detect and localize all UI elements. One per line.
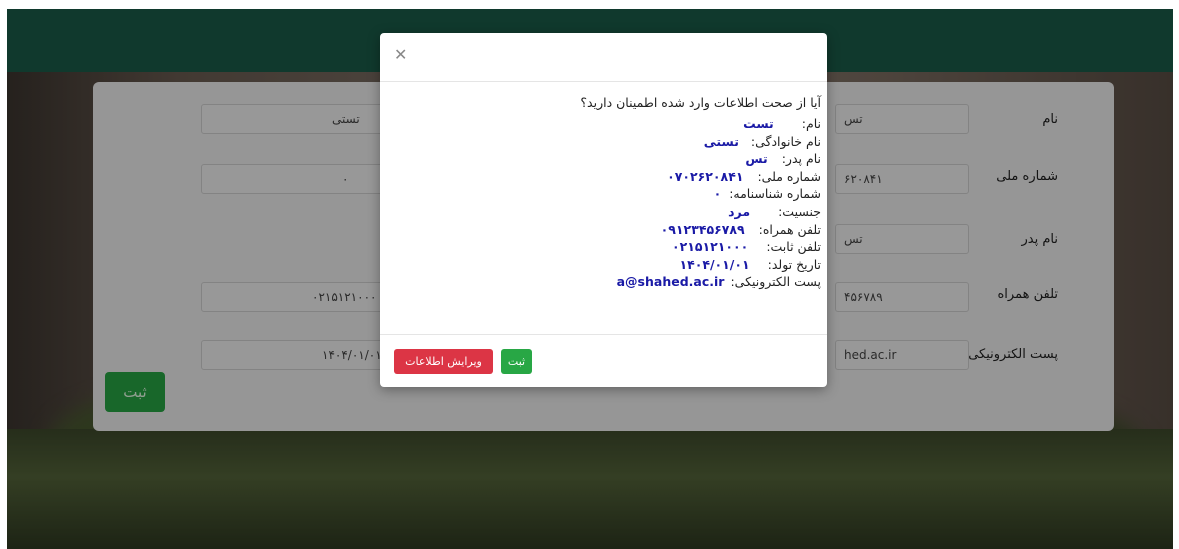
summary-value: تس — [745, 151, 768, 167]
modal-footer-divider — [380, 334, 827, 335]
modal-header-divider — [380, 81, 827, 82]
summary-value: ۰۲۱۵۱۲۱۰۰۰ — [672, 239, 749, 255]
summary-label: تلفن ثابت: — [766, 239, 821, 255]
summary-label: شماره شناسنامه: — [729, 186, 821, 202]
summary-label: نام: — [801, 116, 821, 131]
confirmation-question: آیا از صحت اطلاعات وارد شده اطمینان داری… — [580, 95, 821, 110]
summary-item: نام پدر: تس — [521, 151, 821, 169]
edit-info-button[interactable]: ویرایش اطلاعات — [394, 349, 493, 374]
summary-value: ۰۹۱۲۳۴۵۶۷۸۹ — [660, 221, 745, 237]
screen: نام تس تستی شماره ملی ۶۲۰۸۴۱ ۰ نام پدر ت… — [7, 9, 1173, 549]
summary-item: تلفن ثابت: ۰۲۱۵۱۲۱۰۰۰ — [521, 239, 821, 257]
summary-value: ۰ — [713, 186, 722, 202]
summary-item: تاریخ تولد: ۱۴۰۴/۰۱/۰۱ — [521, 257, 821, 275]
summary-value: مرد — [728, 203, 751, 219]
summary-label: نام پدر: — [781, 151, 821, 167]
summary-label: تاریخ تولد: — [767, 256, 821, 272]
summary-value: تست — [743, 116, 774, 131]
summary-value: ۰۷۰۲۶۲۰۸۴۱ — [667, 168, 744, 184]
close-icon[interactable]: ✕ — [394, 45, 407, 64]
summary-value: تستی — [703, 133, 739, 149]
summary-label: شماره ملی: — [757, 168, 821, 184]
summary-value: a@shahed.ac.ir — [616, 274, 725, 290]
summary-label: پست الکترونیکی: — [730, 274, 821, 290]
summary-label: جنسیت: — [778, 203, 821, 219]
confirm-button[interactable]: ثبت — [501, 349, 532, 374]
summary-item: نام: تست — [521, 116, 821, 134]
summary-item: شماره شناسنامه: ۰ — [521, 186, 821, 204]
summary-label: تلفن همراه: — [758, 221, 821, 237]
summary-label: نام خانوادگی: — [750, 133, 821, 149]
summary-item: تلفن همراه: ۰۹۱۲۳۴۵۶۷۸۹ — [521, 222, 821, 240]
summary-item: پست الکترونیکی: a@shahed.ac.ir — [521, 274, 821, 292]
summary-list: نام: تست نام خانوادگی: تستی نام پدر: تس شما… — [521, 116, 821, 292]
summary-item: جنسیت: مرد — [521, 204, 821, 222]
summary-item: نام خانوادگی: تستی — [521, 134, 821, 152]
confirmation-modal: ✕ آیا از صحت اطلاعات وارد شده اطمینان دا… — [380, 33, 827, 387]
summary-value: ۱۴۰۴/۰۱/۰۱ — [679, 256, 750, 272]
summary-item: شماره ملی: ۰۷۰۲۶۲۰۸۴۱ — [521, 169, 821, 187]
